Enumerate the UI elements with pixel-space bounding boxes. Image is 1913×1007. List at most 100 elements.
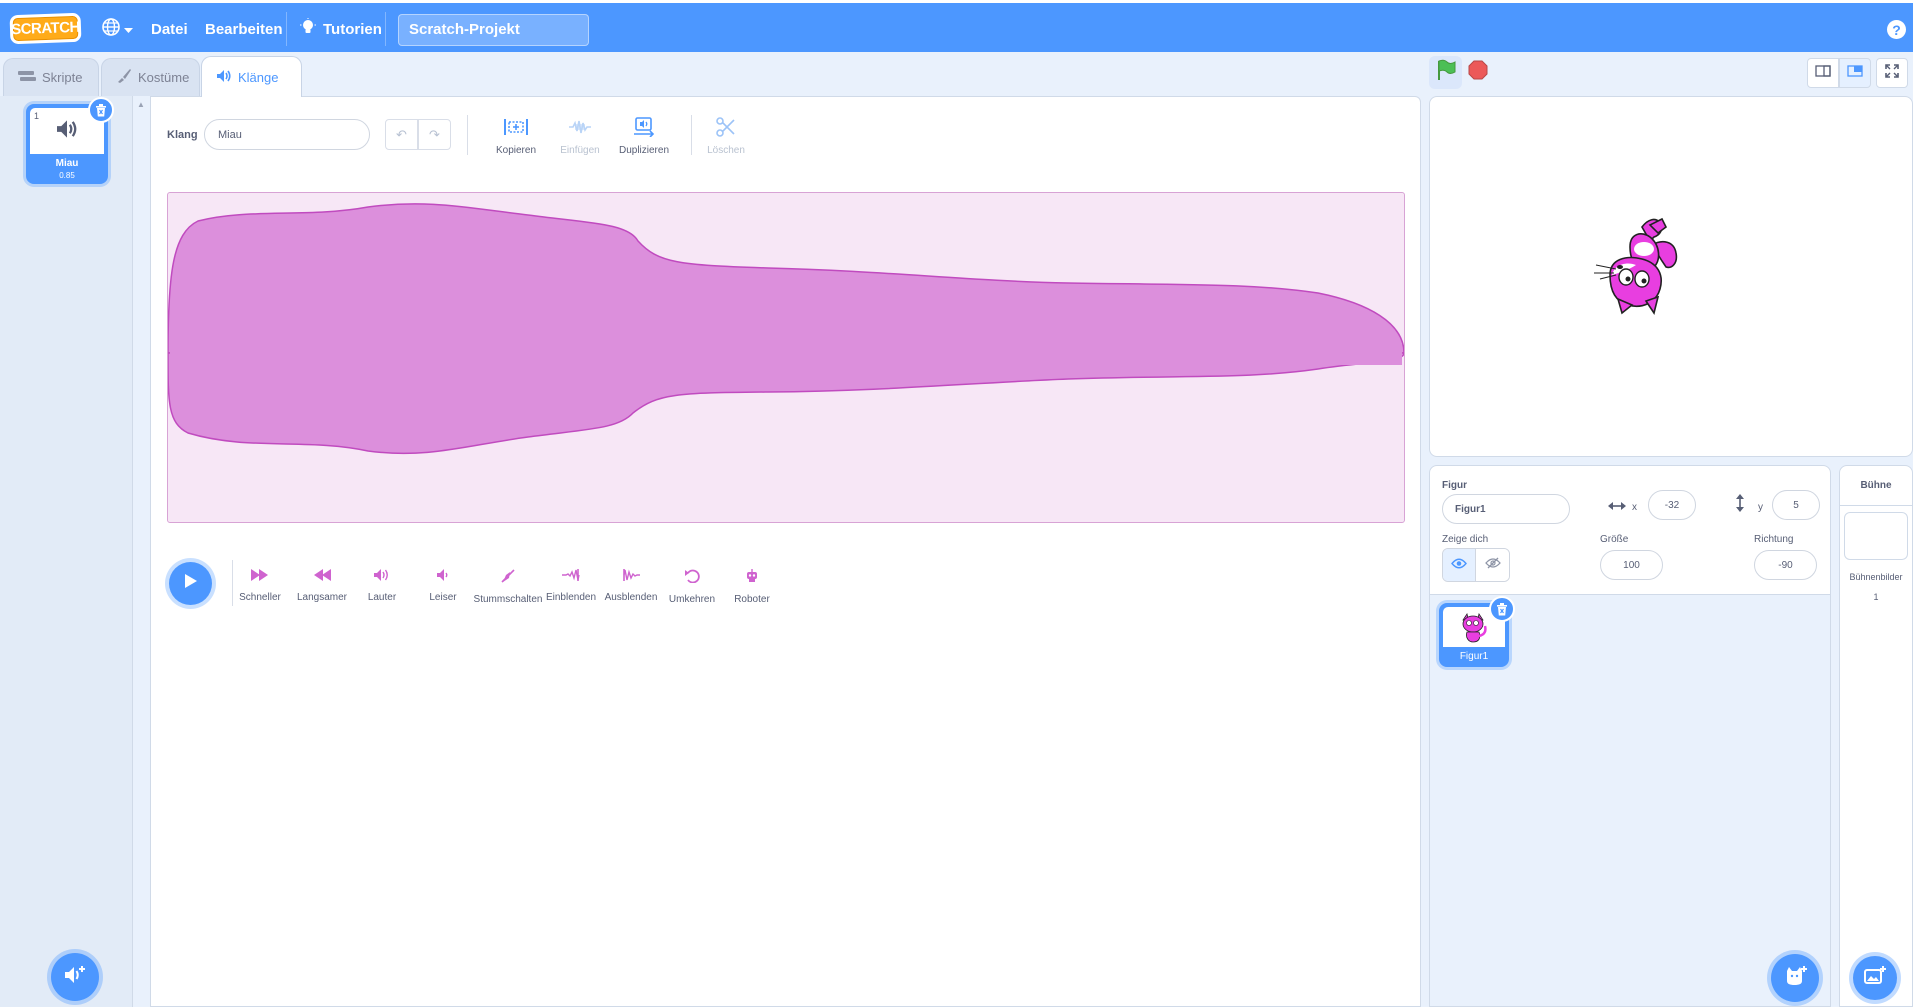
undo-button[interactable]: ↶: [385, 119, 418, 150]
effect-fade-in-label: Einblenden: [545, 592, 597, 603]
tab-code[interactable]: Skripte: [3, 58, 99, 96]
hide-button[interactable]: [1476, 549, 1509, 581]
backdrop-thumbnail[interactable]: [1844, 512, 1908, 560]
add-sprite-icon: [1783, 965, 1807, 992]
delete-sprite-icon[interactable]: [1489, 596, 1515, 622]
tutorials-menu[interactable]: Tutorien: [300, 6, 382, 52]
fullscreen-icon: [1885, 63, 1899, 83]
x-arrows-icon: [1608, 499, 1626, 517]
duplicate-label: Duplizieren: [618, 145, 670, 156]
direction-label: Richtung: [1754, 534, 1794, 545]
effect-reverse-button[interactable]: Umkehren: [661, 569, 723, 605]
effect-softer-button[interactable]: Leiser: [412, 569, 474, 603]
copy-label: Kopieren: [495, 145, 537, 156]
effect-fade-out-label: Ausblenden: [604, 592, 658, 603]
small-stage-button[interactable]: [1807, 58, 1839, 88]
caret-down-icon: [124, 21, 133, 38]
add-sound-icon: [63, 964, 87, 991]
stop-icon: [1468, 60, 1488, 85]
show-button[interactable]: [1443, 549, 1477, 581]
green-flag-button[interactable]: [1429, 56, 1462, 89]
tab-sounds-label: Klänge: [238, 69, 279, 85]
sprite-info-panel: Figur Figur1 x -32 y 5 Zeige dich Größe …: [1429, 465, 1831, 595]
effect-louder-button[interactable]: Lauter: [351, 569, 413, 603]
y-label: y: [1758, 502, 1763, 513]
sound-name-label: Klang: [167, 129, 198, 141]
scratch-logo[interactable]: SCRATCH: [9, 12, 82, 45]
sprite-list-panel: Figur1: [1429, 595, 1831, 1007]
tab-code-label: Skripte: [42, 70, 83, 85]
scissors-icon: [716, 117, 736, 140]
cat-thumbnail-icon: [1462, 613, 1487, 643]
robot-icon: [744, 569, 760, 586]
effect-robot-button[interactable]: Roboter: [721, 569, 783, 605]
sprite-tile[interactable]: Figur1: [1439, 596, 1515, 667]
menu-divider: [385, 12, 386, 46]
add-backdrop-icon: [1863, 965, 1887, 991]
add-sprite-button[interactable]: [1771, 954, 1819, 1002]
sound-name-input[interactable]: Miau: [204, 119, 370, 150]
stop-button[interactable]: [1461, 56, 1494, 89]
slower-icon: [313, 569, 331, 584]
tab-sounds[interactable]: Klänge: [201, 56, 302, 97]
copy-icon: [503, 117, 529, 140]
effect-robot-label: Roboter: [734, 594, 770, 605]
redo-icon: ↷: [429, 126, 440, 142]
normal-stage-icon: [1847, 64, 1863, 82]
effect-slower-button[interactable]: Langsamer: [291, 569, 353, 603]
lightbulb-icon: [300, 18, 316, 40]
mute-icon: [500, 569, 516, 586]
cat-sprite[interactable]: [1590, 217, 1686, 325]
normal-stage-button[interactable]: [1839, 58, 1871, 88]
file-menu[interactable]: Datei: [151, 6, 188, 52]
tab-costumes[interactable]: Kostüme: [101, 58, 200, 96]
add-sound-button[interactable]: [51, 953, 99, 1001]
fade-in-icon: [562, 569, 580, 584]
project-title-input[interactable]: Scratch-Projekt: [398, 14, 589, 46]
effect-slower-label: Langsamer: [296, 592, 348, 603]
redo-button[interactable]: ↷: [418, 119, 451, 150]
help-icon[interactable]: ?: [1887, 20, 1906, 39]
edit-menu[interactable]: Bearbeiten: [205, 6, 283, 52]
y-arrows-icon: [1734, 494, 1746, 517]
stage-canvas[interactable]: [1429, 96, 1913, 457]
sound-tile[interactable]: 1 Miau 0.85: [26, 97, 114, 184]
delete-button[interactable]: Löschen: [691, 117, 761, 156]
add-backdrop-button[interactable]: [1853, 956, 1897, 1000]
effect-fade-in-button[interactable]: Einblenden: [540, 569, 602, 603]
undo-icon: ↶: [396, 126, 407, 142]
menu-divider: [286, 12, 287, 46]
language-menu[interactable]: [101, 6, 133, 52]
sound-number: 1: [34, 111, 40, 121]
y-position-input[interactable]: 5: [1772, 490, 1820, 520]
waveform-area[interactable]: [167, 192, 1405, 523]
delete-sound-icon[interactable]: [88, 97, 114, 123]
stage-selector-panel[interactable]: Bühne Bühnenbilder 1: [1839, 465, 1913, 1007]
x-label: x: [1632, 502, 1637, 513]
small-stage-icon: [1815, 64, 1831, 82]
tutorials-label: Tutorien: [323, 20, 382, 38]
effect-fade-out-button[interactable]: Ausblenden: [600, 569, 662, 603]
duplicate-button[interactable]: Duplizieren: [609, 117, 679, 156]
speaker-icon: [55, 119, 79, 144]
x-position-input[interactable]: -32: [1648, 490, 1696, 520]
effect-faster-button[interactable]: Schneller: [229, 569, 291, 603]
speaker-icon: [216, 69, 232, 86]
sprite-name-input[interactable]: Figur1: [1442, 494, 1570, 524]
effect-mute-button[interactable]: Stummschalten: [474, 569, 542, 605]
louder-icon: [373, 569, 391, 584]
direction-input[interactable]: -90: [1754, 550, 1817, 580]
effect-softer-label: Leiser: [429, 592, 457, 603]
copy-button[interactable]: Kopieren: [481, 117, 551, 156]
faster-icon: [251, 569, 269, 584]
play-icon: [184, 573, 198, 594]
paste-button[interactable]: Einfügen: [545, 117, 615, 156]
sound-name: Miau: [55, 158, 79, 169]
waveform-shape: [167, 203, 1405, 455]
green-flag-icon: [1436, 59, 1456, 86]
play-sound-button[interactable]: [169, 562, 212, 605]
fullscreen-button[interactable]: [1876, 58, 1908, 88]
brush-icon: [116, 68, 132, 87]
scroll-up-icon[interactable]: ▲: [137, 100, 145, 109]
size-input[interactable]: 100: [1600, 550, 1663, 580]
